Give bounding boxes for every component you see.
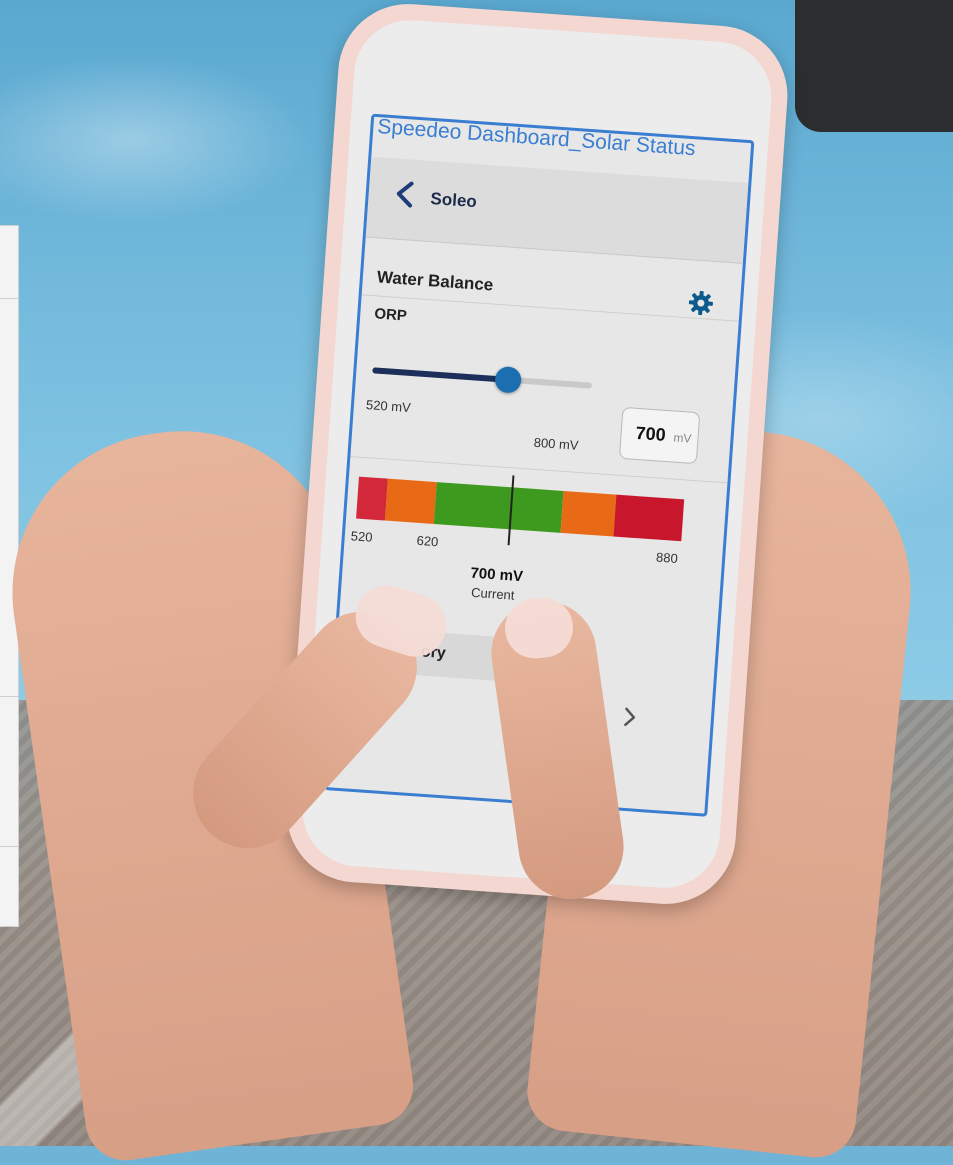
current-value: 700 mV	[469, 564, 524, 586]
scale-tick-mid: 620	[416, 532, 439, 550]
scale-segment	[385, 478, 438, 524]
panel-rule	[0, 298, 18, 299]
scale-segment	[434, 482, 564, 533]
chevron-right-icon[interactable]	[622, 706, 638, 729]
setpoint-input[interactable]: 700 mV	[618, 406, 701, 465]
app-bar-title: Soleo	[429, 188, 478, 212]
setpoint-value: 700	[635, 422, 667, 445]
panel-rule	[0, 696, 18, 697]
panel-rule	[0, 846, 18, 847]
orp-color-scale	[356, 475, 685, 546]
scale-segment	[560, 490, 616, 537]
slider-thumb[interactable]	[494, 365, 523, 394]
slider-fill	[372, 367, 509, 383]
setpoint-unit: mV	[672, 430, 692, 446]
scale-segment	[612, 494, 685, 542]
scale-segment	[356, 476, 389, 521]
app-bar: Soleo	[365, 156, 749, 264]
divider	[361, 294, 739, 322]
parameter-label: ORP	[373, 305, 408, 325]
scale-tick-low: 520	[350, 528, 374, 545]
dark-object	[795, 0, 953, 132]
slider-max-label: 800 mV	[533, 434, 580, 453]
current-label: Current	[470, 584, 515, 603]
orp-slider[interactable]	[372, 365, 593, 394]
scale-tick-high: 880	[655, 549, 679, 567]
section-title: Water Balance	[376, 267, 494, 295]
gear-icon[interactable]	[687, 289, 715, 317]
slider-min-label: 520 mV	[365, 396, 412, 416]
chevron-left-icon[interactable]	[392, 178, 418, 210]
